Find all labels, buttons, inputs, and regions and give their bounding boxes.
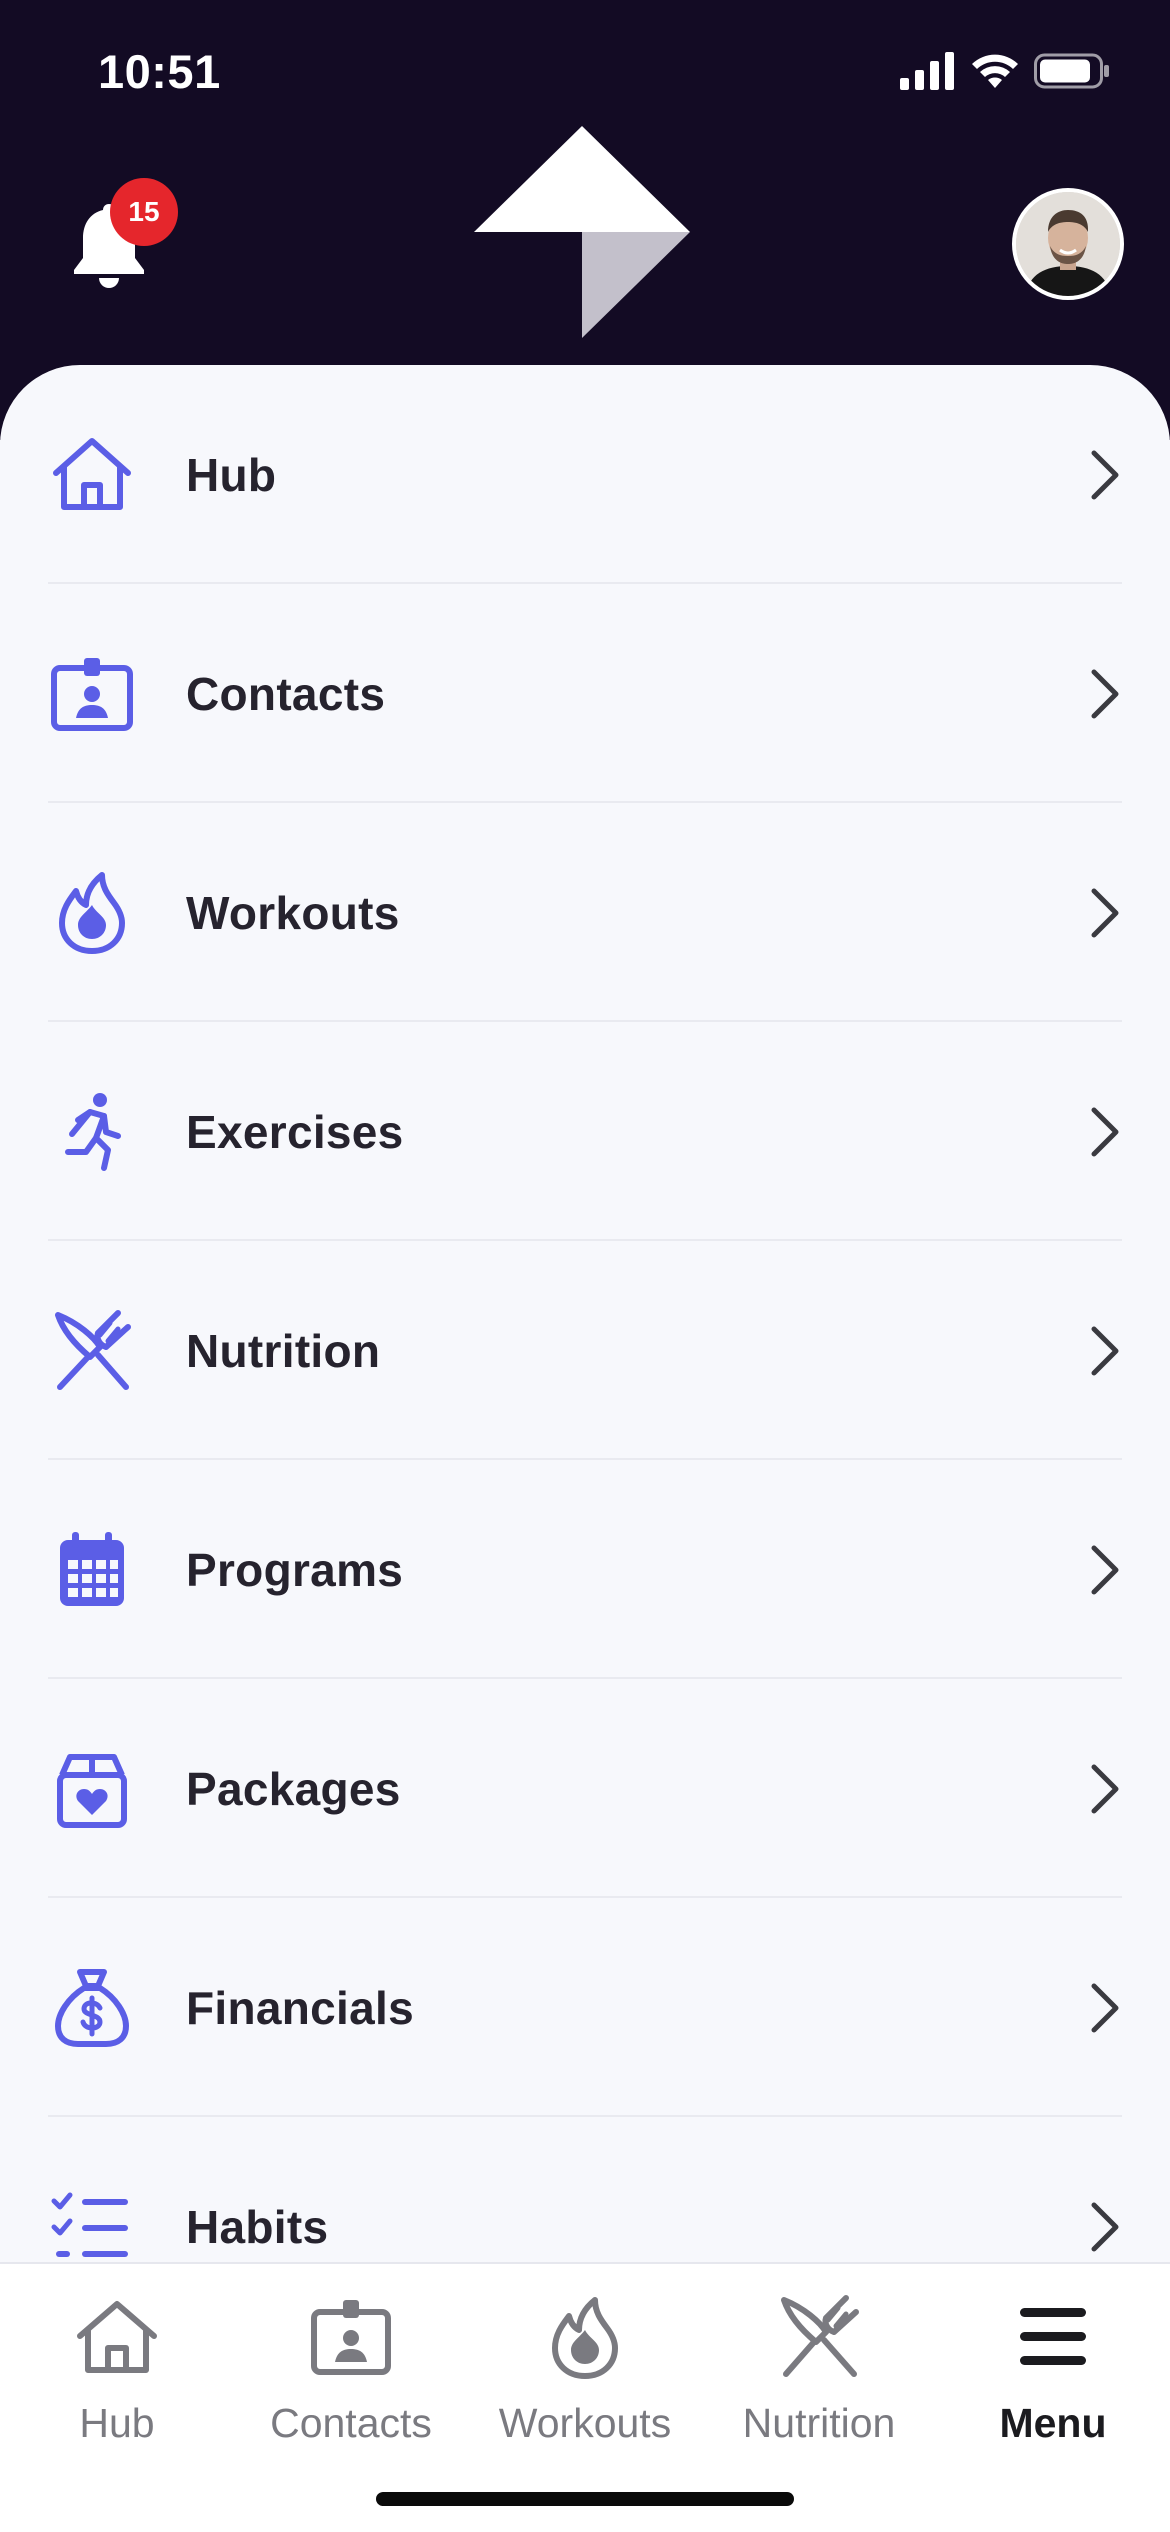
tab-label: Hub bbox=[79, 2400, 155, 2446]
hamburger-menu-icon bbox=[1020, 2308, 1086, 2365]
package-heart-icon bbox=[57, 1753, 127, 1828]
menu-item-label: Financials bbox=[186, 1981, 414, 2034]
menu-item-workouts[interactable]: Workouts bbox=[0, 803, 1170, 1022]
menu-item-label: Exercises bbox=[186, 1105, 404, 1158]
tab-label: Nutrition bbox=[742, 2400, 896, 2446]
user-avatar[interactable] bbox=[1012, 188, 1124, 300]
tab-nutrition[interactable]: Nutrition bbox=[702, 2292, 936, 2482]
home-indicator bbox=[376, 2492, 794, 2506]
checklist-icon bbox=[51, 2192, 128, 2257]
chevron-right-icon bbox=[1091, 669, 1119, 718]
tab-menu[interactable]: Menu bbox=[936, 2292, 1170, 2482]
cellular-signal-icon bbox=[900, 52, 954, 90]
battery-icon bbox=[1034, 53, 1109, 89]
flame-icon bbox=[59, 871, 125, 954]
chevron-right-icon bbox=[1091, 450, 1119, 499]
fork-knife-icon bbox=[55, 1309, 131, 1390]
menu-item-packages[interactable]: Packages bbox=[0, 1679, 1170, 1898]
home-icon bbox=[53, 437, 131, 510]
flame-icon bbox=[552, 2297, 618, 2379]
menu-item-label: Habits bbox=[186, 2200, 329, 2253]
contact-card-icon bbox=[51, 657, 133, 731]
menu-list: Hub Contacts Workouts Exercises Nutritio… bbox=[0, 365, 1170, 2265]
menu-item-label: Workouts bbox=[186, 886, 400, 939]
chevron-right-icon bbox=[1091, 2202, 1119, 2251]
tab-contacts[interactable]: Contacts bbox=[234, 2292, 468, 2482]
notification-badge: 15 bbox=[110, 178, 178, 246]
menu-item-exercises[interactable]: Exercises bbox=[0, 1022, 1170, 1241]
tab-label: Menu bbox=[999, 2400, 1107, 2446]
calendar-icon bbox=[60, 1531, 124, 1606]
menu-item-label: Packages bbox=[186, 1762, 401, 1815]
menu-item-financials[interactable]: Financials bbox=[0, 1898, 1170, 2117]
chevron-right-icon bbox=[1091, 888, 1119, 937]
app-logo bbox=[474, 126, 690, 338]
tab-label: Workouts bbox=[498, 2400, 672, 2446]
contact-card-icon bbox=[311, 2300, 391, 2375]
avatar-photo bbox=[1016, 192, 1120, 296]
menu-item-nutrition[interactable]: Nutrition bbox=[0, 1241, 1170, 1460]
tab-hub[interactable]: Hub bbox=[0, 2292, 234, 2482]
status-icons bbox=[900, 52, 1110, 90]
chevron-right-icon bbox=[1091, 1107, 1119, 1156]
menu-item-habits[interactable]: Habits bbox=[0, 2117, 1170, 2265]
menu-item-label: Nutrition bbox=[186, 1324, 381, 1377]
fork-knife-icon bbox=[781, 2295, 859, 2377]
chevron-right-icon bbox=[1091, 1983, 1119, 2032]
app-screen: 10:51 15 Hub Contacts Workouts Exercises… bbox=[0, 0, 1170, 2532]
menu-sheet: Hub Contacts Workouts Exercises Nutritio… bbox=[0, 365, 1170, 2265]
menu-item-hub[interactable]: Hub bbox=[0, 365, 1170, 584]
chevron-right-icon bbox=[1091, 1764, 1119, 1813]
status-time: 10:51 bbox=[98, 45, 221, 98]
home-icon bbox=[77, 2301, 157, 2373]
running-person-icon bbox=[65, 1092, 121, 1171]
chevron-right-icon bbox=[1091, 1326, 1119, 1375]
tab-label: Contacts bbox=[270, 2400, 432, 2446]
menu-item-label: Hub bbox=[186, 448, 277, 501]
menu-item-label: Contacts bbox=[186, 667, 386, 720]
tab-workouts[interactable]: Workouts bbox=[468, 2292, 702, 2482]
menu-item-label: Programs bbox=[186, 1543, 404, 1596]
wifi-icon bbox=[972, 54, 1018, 88]
menu-item-programs[interactable]: Programs bbox=[0, 1460, 1170, 1679]
menu-item-contacts[interactable]: Contacts bbox=[0, 584, 1170, 803]
chevron-right-icon bbox=[1091, 1545, 1119, 1594]
money-bag-icon bbox=[55, 1968, 129, 2047]
